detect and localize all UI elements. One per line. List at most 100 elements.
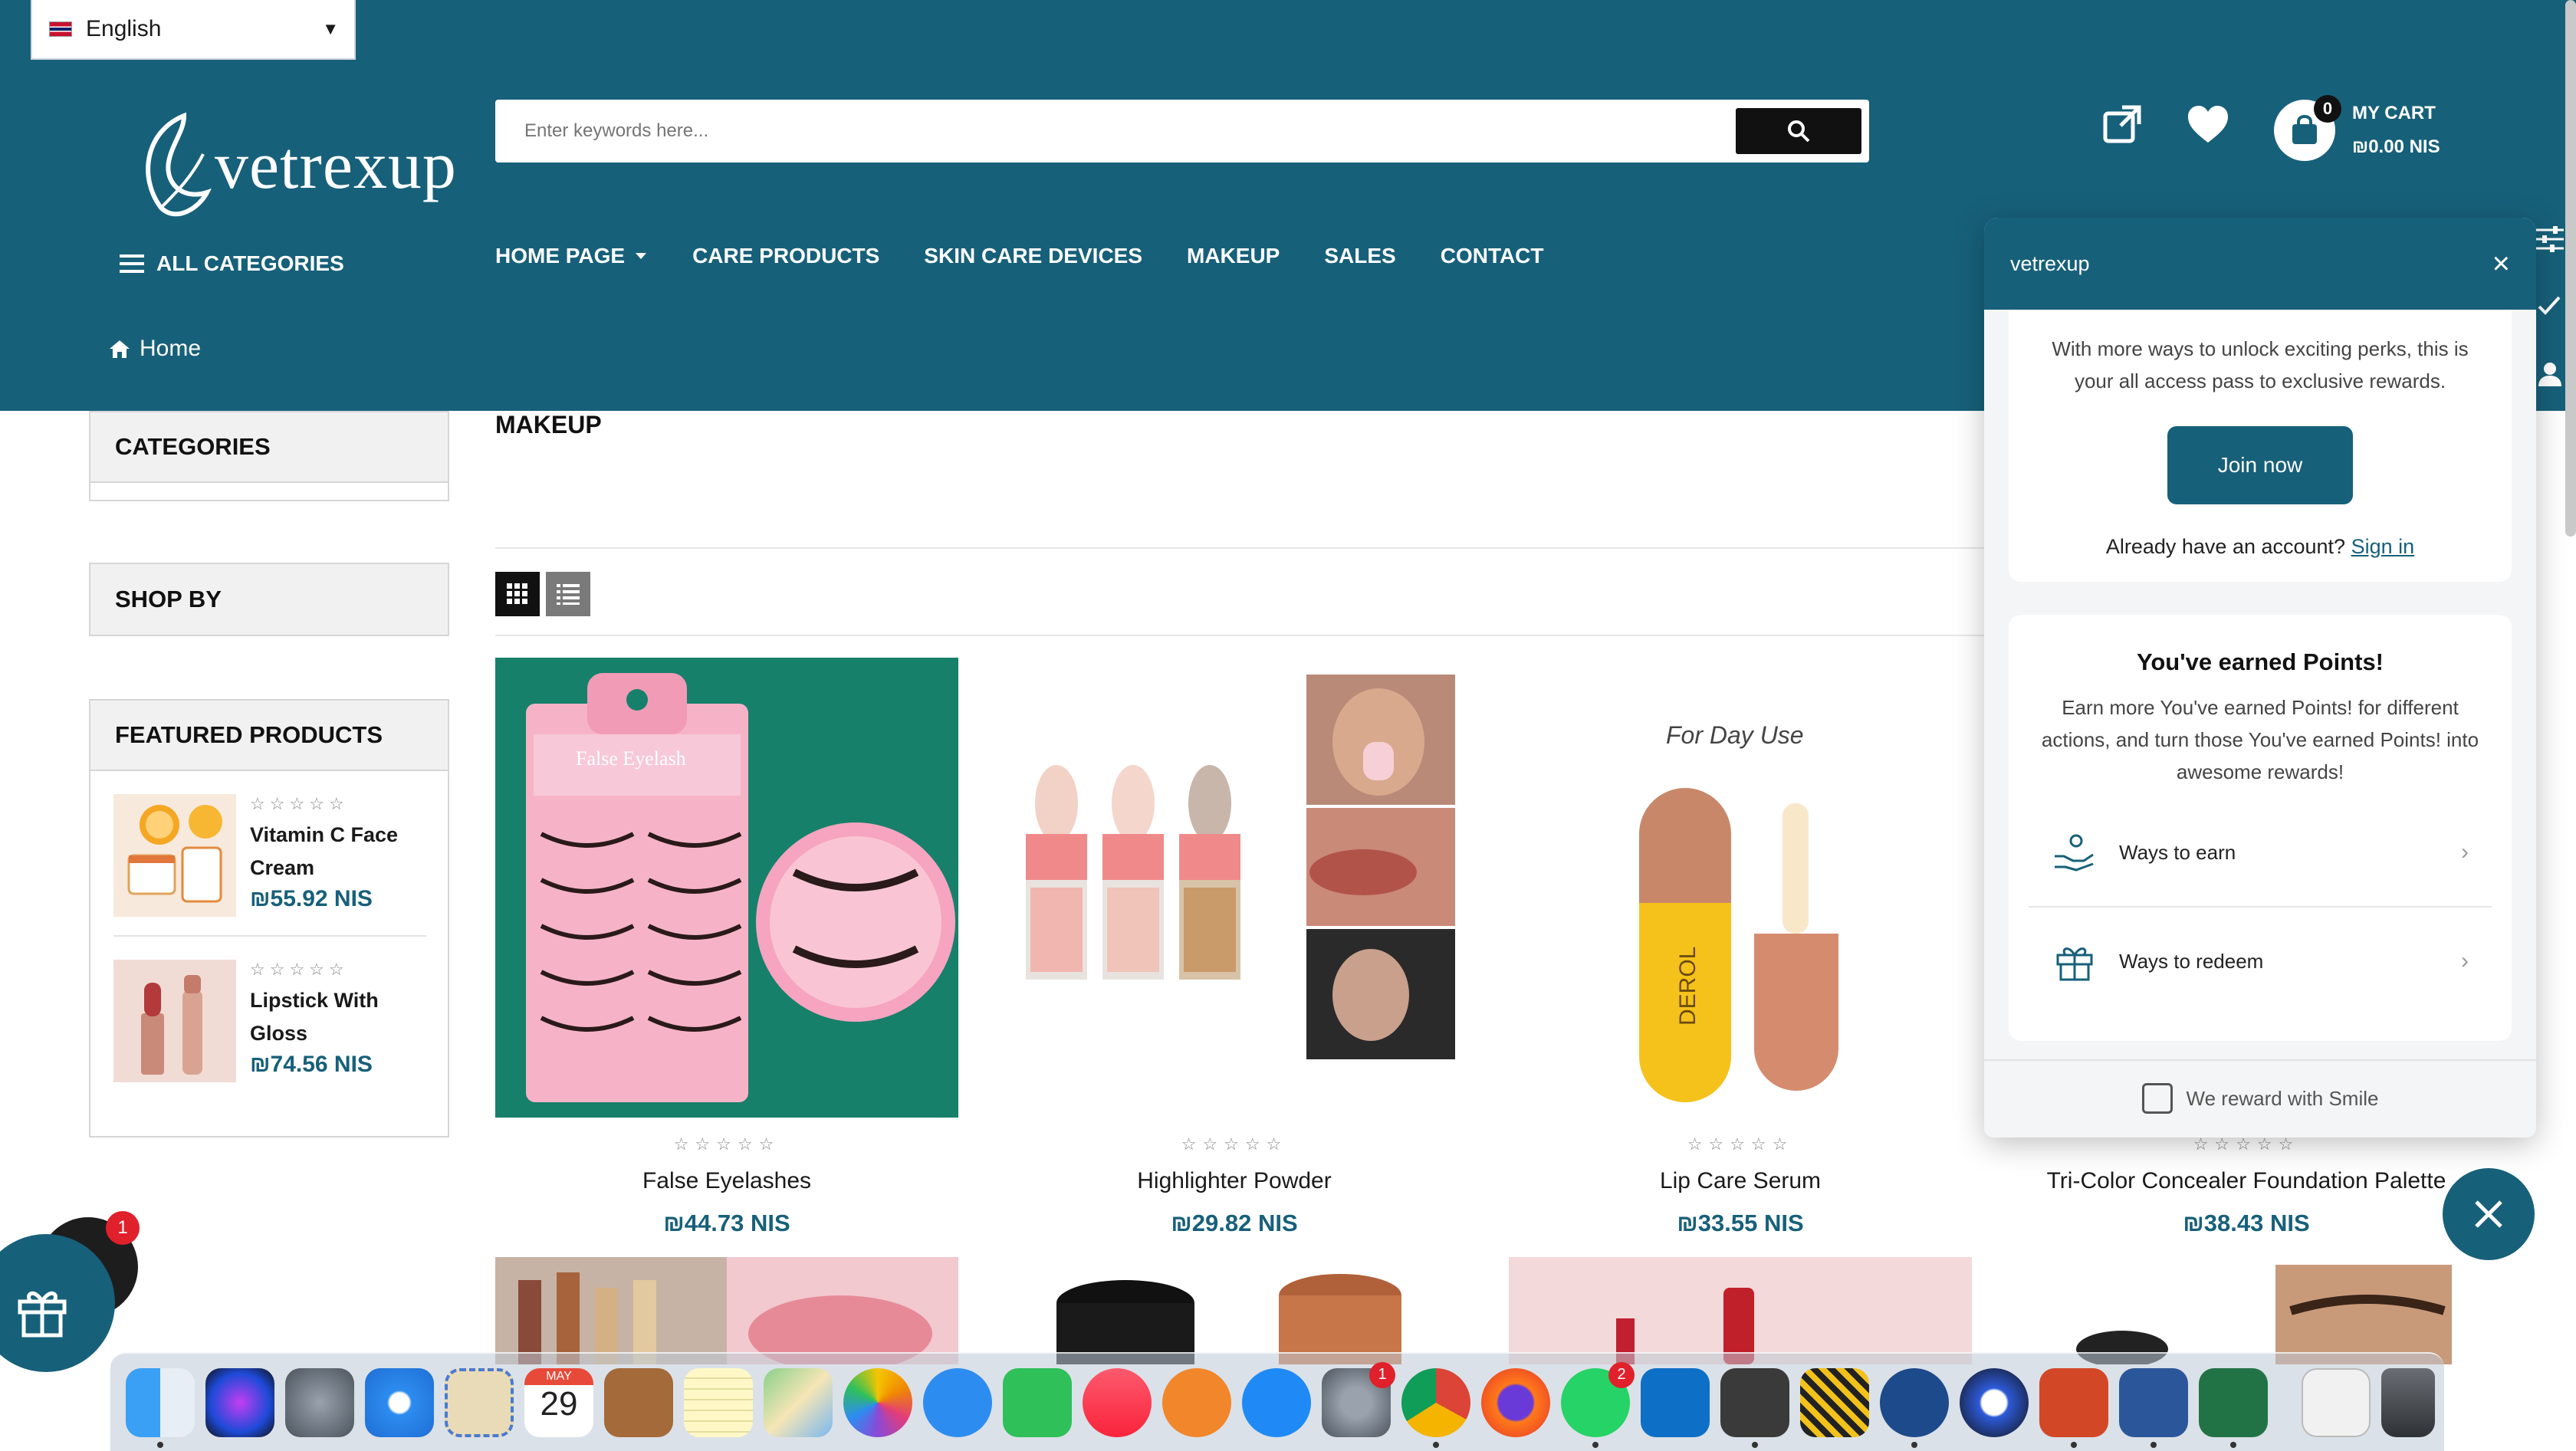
close-icon[interactable]: × [2492,247,2510,281]
breadcrumb-home[interactable]: Home [140,336,201,362]
site-logo[interactable]: vetrexup [130,104,457,227]
ways-to-redeem-row[interactable]: Ways to redeem › [2029,908,2492,1015]
firefox-icon[interactable] [1481,1367,1550,1437]
notes-icon[interactable] [684,1367,753,1437]
featured-name[interactable]: Vitamin C Face Cream [250,819,398,885]
close-rewards-button[interactable] [2443,1168,2535,1260]
stack-icon[interactable] [1800,1367,1869,1437]
featured-name-line2: Gloss [250,1022,308,1045]
whatsapp-icon[interactable]: 2 [1561,1361,1635,1448]
external-link-icon[interactable] [2101,103,2144,146]
product-image-partial[interactable] [1509,1257,1972,1364]
nav-item-skin-care-devices[interactable]: SKIN CARE DEVICES [924,244,1142,268]
cart-summary: MY CART ₪0.00 NIS [2352,97,2440,164]
search-button[interactable] [1736,108,1861,154]
filter-sliders-icon[interactable] [2532,221,2568,258]
page-title: MAKEUP [495,411,602,438]
product-image-partial[interactable] [1003,1257,1466,1364]
vitamin-c-cream-thumbnail[interactable] [113,794,236,917]
highlighter-powder-image[interactable] [1003,658,1466,1118]
product-name[interactable]: False Eyelashes [495,1168,958,1194]
cart[interactable]: 0 MY CART ₪0.00 NIS [2274,95,2440,164]
heart-icon[interactable] [2187,103,2229,146]
product-card[interactable]: For Day Use DEROL ☆☆☆☆☆ Lip Care Serum ₪… [1509,658,1972,1237]
notebook-icon[interactable] [604,1367,673,1437]
nav-label: SALES [1324,244,1396,268]
join-now-button[interactable]: Join now [2167,426,2353,504]
product-name[interactable]: Highlighter Powder [1003,1168,1466,1194]
books-icon[interactable] [1162,1367,1231,1437]
search-icon[interactable] [2532,423,2568,460]
chrome-icon[interactable] [1401,1367,1470,1448]
sun-icon[interactable] [2532,491,2568,527]
product-image-partial[interactable] [2015,1257,2478,1364]
sign-in-link[interactable]: Sign in [2351,535,2415,558]
featured-product[interactable]: ☆☆☆☆☆ Vitamin C Face Cream ₪55.92 NIS [90,771,448,917]
maps-icon[interactable] [764,1367,833,1437]
messages-icon[interactable] [923,1367,992,1437]
word-icon[interactable] [2119,1367,2188,1448]
categories-title[interactable]: CATEGORIES [90,412,448,483]
launchpad-icon[interactable] [285,1367,354,1437]
page-scrollbar[interactable] [2565,0,2576,537]
smile-logo-icon [2141,1083,2173,1114]
false-eyelashes-image[interactable]: False Eyelash [495,658,958,1118]
search-bar [495,100,1869,162]
sublime-icon[interactable] [1720,1367,1789,1448]
notification-badge: 2 [1608,1361,1635,1388]
app-store-icon[interactable] [1242,1367,1311,1437]
excel-icon[interactable] [2199,1367,2268,1448]
lip-care-serum-image[interactable]: For Day Use DEROL [1509,658,1972,1118]
cyberduck-icon[interactable] [1880,1367,1949,1448]
grid-view-button[interactable] [495,572,540,616]
product-name[interactable]: Lip Care Serum [1509,1168,1972,1194]
running-indicator [2071,1441,2077,1448]
nav-item-sales[interactable]: SALES [1324,244,1395,268]
featured-products-title: FEATURED PRODUCTS [90,701,448,771]
user-icon[interactable] [2532,356,2568,392]
checklist-icon[interactable] [2532,288,2568,325]
calendar-icon[interactable]: MAY 29 [524,1367,593,1437]
product-card[interactable]: ☆☆☆☆☆ Highlighter Powder ₪29.82 NIS [1003,658,1466,1237]
nav-item-home-page[interactable]: HOME PAGE [495,244,648,268]
featured-name-line2: Cream [250,856,315,879]
rating-stars: ☆☆☆☆☆ [250,794,349,813]
finder-icon[interactable] [126,1367,195,1448]
featured-name-line1: Lipstick With [250,989,379,1012]
language-selector[interactable]: English ▼ [31,0,356,60]
main-nav: HOME PAGE CARE PRODUCTS SKIN CARE DEVICE… [495,244,1544,268]
leaf-logo-icon [146,112,212,217]
shop-by-title[interactable]: SHOP BY [90,564,448,635]
rating-stars: ☆☆☆☆☆ [250,960,349,979]
photos-icon[interactable] [843,1367,912,1437]
logo-wordmark: vetrexup [215,128,457,203]
music-icon[interactable] [1083,1367,1152,1437]
product-image-partial[interactable] [495,1257,958,1364]
search-input[interactable] [495,100,1736,162]
quicktime-icon[interactable] [1960,1367,2029,1437]
download-icon[interactable] [2302,1367,2371,1437]
ways-to-earn-row[interactable]: Ways to earn › [2029,799,2492,906]
lipstick-gloss-thumbnail[interactable] [113,960,236,1082]
rewards-footer[interactable]: We reward with Smile [1984,1059,2536,1136]
nav-item-care-products[interactable]: CARE PRODUCTS [692,244,879,268]
featured-name[interactable]: Lipstick With Gloss [250,984,379,1050]
siri-icon[interactable] [205,1367,274,1437]
running-indicator [2150,1441,2157,1448]
trash-icon[interactable] [2381,1367,2435,1437]
vscode-icon[interactable] [1641,1367,1710,1437]
list-view-button[interactable] [546,572,590,616]
powerpoint-icon[interactable] [2039,1367,2108,1448]
system-settings-icon[interactable]: 1 [1322,1361,1395,1437]
featured-info: ☆☆☆☆☆ Lipstick With Gloss ₪74.56 NIS [250,960,379,1082]
product-card[interactable]: False Eyelash ☆☆☆☆☆ False Eyelashes ₪44.… [495,658,958,1237]
gift-icon [18,1291,67,1338]
safari-icon[interactable] [365,1367,434,1437]
nav-item-makeup[interactable]: MAKEUP [1187,244,1280,268]
mail-icon[interactable] [445,1367,514,1437]
all-categories-button[interactable]: ALL CATEGORIES [120,251,344,276]
product-name[interactable]: Tri-Color Concealer Foundation Palette [2015,1168,2478,1194]
featured-product[interactable]: ☆☆☆☆☆ Lipstick With Gloss ₪74.56 NIS [90,937,448,1082]
facetime-icon[interactable] [1003,1367,1072,1437]
nav-item-contact[interactable]: CONTACT [1441,244,1544,268]
